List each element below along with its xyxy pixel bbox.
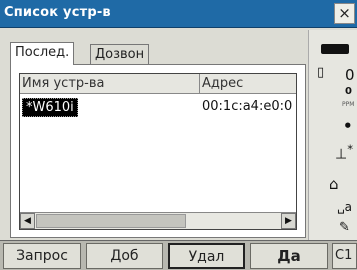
ppm-label: PPM (342, 101, 355, 108)
horizontal-scrollbar[interactable]: ◀ ▶ (20, 212, 296, 229)
tab-dial[interactable]: Дозвон (90, 44, 150, 66)
device-address: 00:1c:a4:e0:0 (202, 99, 293, 114)
disk-icon: ▯ (317, 65, 325, 80)
softkey-bar: Запрос Доб Удал Да C1 (0, 240, 357, 270)
add-button[interactable]: Доб (86, 243, 163, 269)
query-button[interactable]: Запрос (3, 243, 81, 269)
battery-icon (321, 44, 349, 54)
target-mark: * (347, 142, 354, 156)
scroll-right-button[interactable]: ▶ (281, 213, 296, 229)
scroll-left-button[interactable]: ◀ (20, 213, 35, 229)
input-mode-icon[interactable]: ␣a (337, 201, 352, 213)
prism-constant-value: 0 (345, 66, 355, 84)
tab-panel: Имя устр-ва Адрес *W610i 00:1c:a4:e0:0 ◀… (10, 64, 306, 238)
list-item[interactable]: *W610i 00:1c:a4:e0:0 (20, 98, 296, 118)
ppm-value: 0 (345, 86, 352, 97)
tab-recent[interactable]: Послед. (10, 42, 75, 65)
status-sidebar: ▯ 0 0 PPM • ⊥* ⌂ ␣a ✎ (308, 30, 357, 240)
device-list[interactable]: Имя устр-ва Адрес *W610i 00:1c:a4:e0:0 ◀… (19, 73, 297, 230)
column-header-address[interactable]: Адрес (200, 74, 296, 94)
scrollbar-thumb[interactable] (36, 214, 186, 228)
delete-button[interactable]: Удал (168, 243, 245, 269)
plumb-icon: ⌂ (329, 175, 339, 193)
device-name[interactable]: *W610i (22, 98, 78, 117)
yes-button[interactable]: Да (250, 243, 328, 269)
close-button[interactable]: × (334, 3, 355, 24)
status-dot-icon: • (343, 117, 353, 135)
column-header-name[interactable]: Имя устр-ва (20, 74, 200, 94)
target-icon: ⊥* (335, 142, 354, 163)
window-title: Список устр-в (4, 5, 111, 20)
c1-button[interactable]: C1 (332, 243, 357, 269)
title-bar: Список устр-в × (0, 0, 357, 28)
edit-icon[interactable]: ✎ (339, 221, 350, 234)
target-glyph: ⊥ (335, 146, 348, 163)
